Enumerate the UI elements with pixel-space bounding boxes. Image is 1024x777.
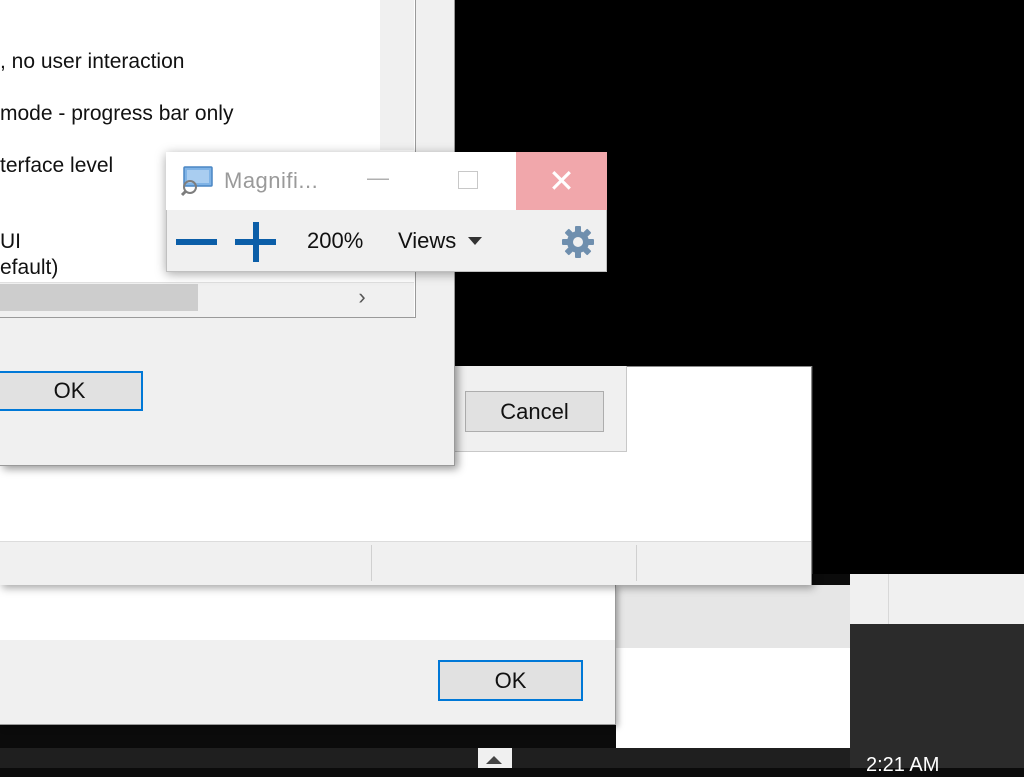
chevron-down-icon[interactable] bbox=[468, 237, 482, 245]
background-strip-divider bbox=[888, 574, 889, 624]
option-line: , no user interaction bbox=[0, 50, 185, 73]
chevron-up-icon[interactable] bbox=[486, 756, 502, 764]
views-button[interactable]: Views bbox=[398, 228, 456, 254]
horizontal-scroll-thumb[interactable] bbox=[0, 284, 198, 311]
zoom-in-icon[interactable] bbox=[235, 222, 277, 262]
option-line: efault) bbox=[0, 256, 59, 279]
magnifier-icon bbox=[180, 166, 213, 197]
taskbar-clock[interactable]: 2:21 AM bbox=[866, 754, 939, 777]
option-line: mode - progress bar only bbox=[0, 102, 234, 125]
close-icon[interactable]: ✕ bbox=[516, 152, 607, 210]
bottom-dialog-side-panel bbox=[616, 585, 850, 648]
settings-ok-button[interactable]: OK bbox=[0, 371, 143, 411]
zoom-level: 200% bbox=[307, 228, 364, 253]
bottom-dialog-content bbox=[0, 585, 615, 640]
zoom-out-icon[interactable] bbox=[176, 234, 218, 250]
background-strip bbox=[850, 574, 1024, 624]
option-line: UI bbox=[0, 230, 21, 253]
option-line: terface level bbox=[0, 154, 114, 177]
status-bar-divider bbox=[371, 545, 372, 581]
scroll-right-icon[interactable]: › bbox=[350, 284, 374, 312]
maximize-icon[interactable] bbox=[458, 171, 478, 189]
bottom-ok-button[interactable]: OK bbox=[438, 660, 583, 701]
status-bar-divider bbox=[636, 545, 637, 581]
vertical-scrollbar[interactable] bbox=[380, 0, 414, 150]
status-bar bbox=[0, 541, 811, 585]
background-window-dark bbox=[850, 624, 1024, 768]
gear-icon[interactable] bbox=[560, 224, 596, 260]
taskbar bbox=[0, 748, 850, 768]
magnifier-title: Magnifi... bbox=[224, 168, 319, 193]
background-window-right bbox=[812, 366, 1024, 574]
minimize-icon[interactable]: — bbox=[366, 167, 390, 190]
cancel-button[interactable]: Cancel bbox=[465, 391, 604, 432]
